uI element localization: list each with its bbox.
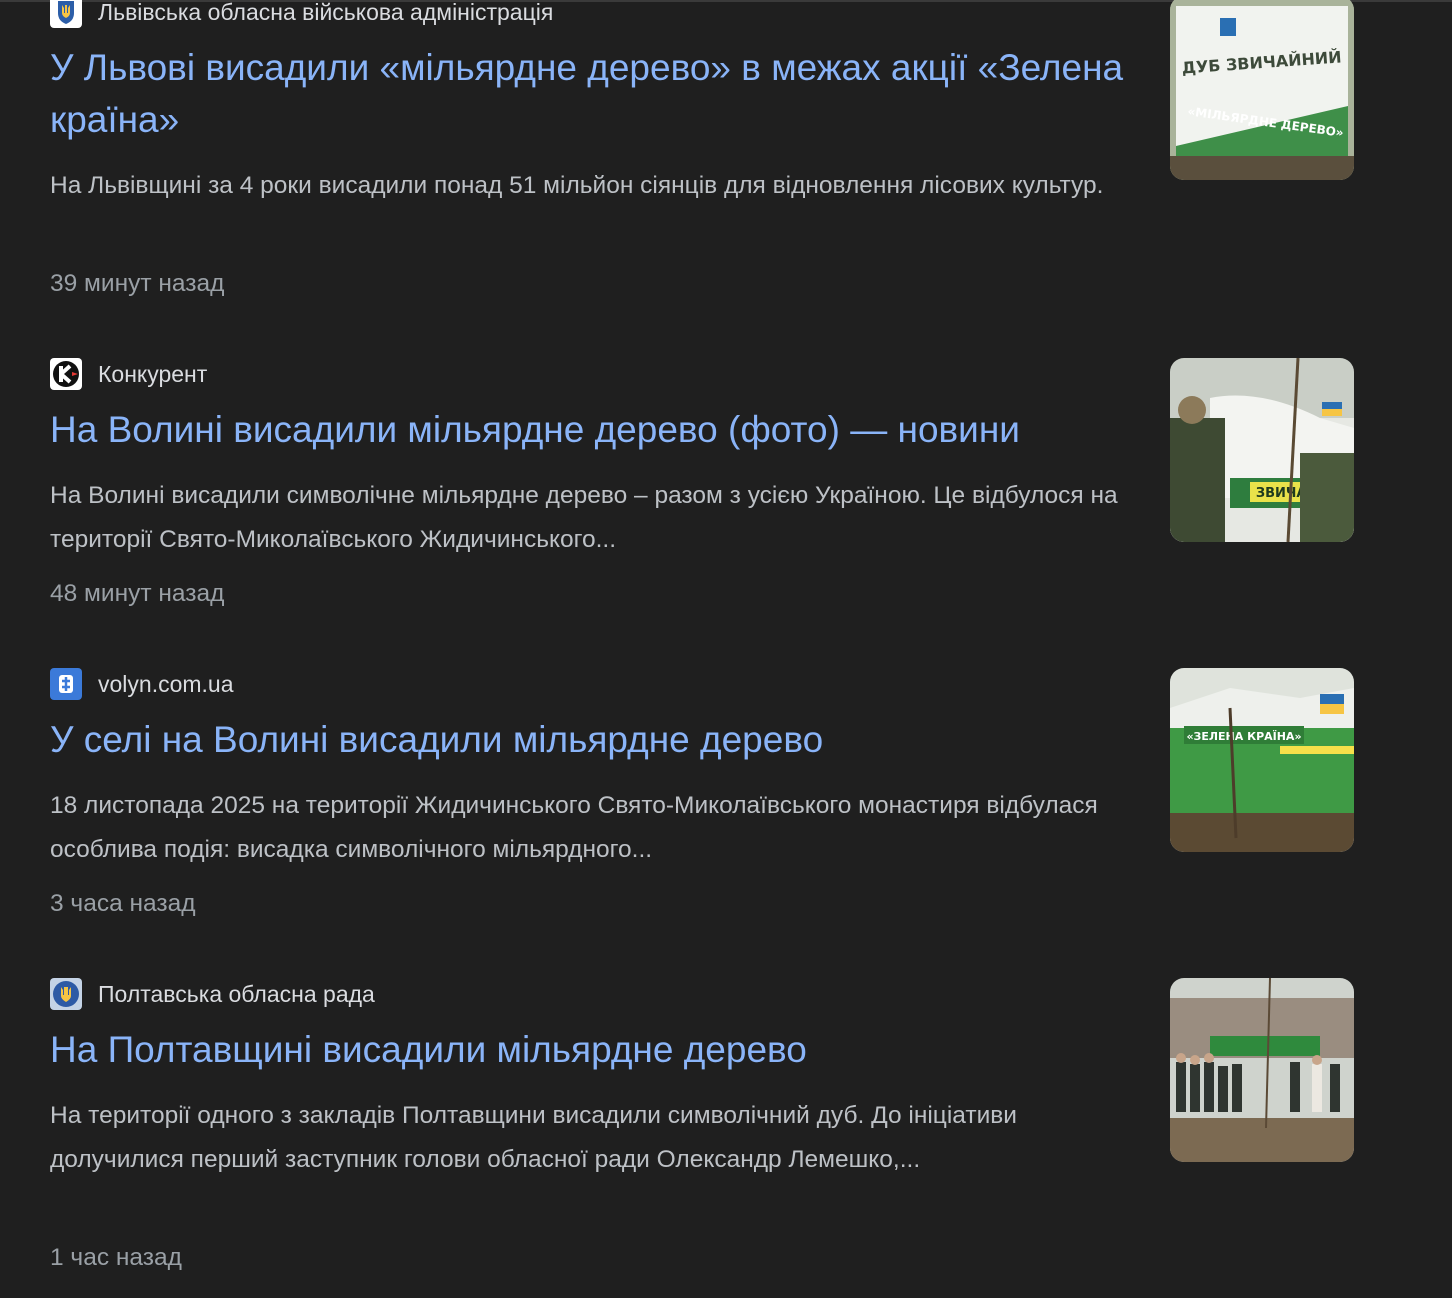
result-title-link[interactable]: На Полтавщині висадили мільярдне дерево (50, 1024, 1130, 1076)
source-name: volyn.com.ua (98, 670, 234, 697)
result-thumbnail[interactable]: ДУБ ЗВИЧАЙНИЙ «МІЛЬЯРДНЕ ДЕРЕВО» (1170, 0, 1354, 180)
result-thumbnail[interactable] (1170, 978, 1354, 1162)
result-title-link[interactable]: У селі на Волині висадили мільярдне дере… (50, 714, 1130, 766)
result-timestamp: 1 час назад (50, 1244, 182, 1271)
source-row[interactable]: Львівська обласна військова адміністраці… (50, 0, 553, 28)
source-name: Полтавська обласна рада (98, 980, 375, 1007)
poltava-coat-of-arms-icon (50, 978, 82, 1010)
source-row[interactable]: Конкурент (50, 358, 207, 390)
result-snippet: На території одного з закладів Полтавщин… (50, 1102, 1017, 1173)
result-timestamp: 39 минут назад (50, 270, 225, 297)
result-snippet: На Волині висадили символічне мільярдне … (50, 482, 1118, 553)
result-title-link[interactable]: У Львові висадили «мільярдне дерево» в м… (50, 42, 1130, 146)
volyn-logo-icon (50, 668, 82, 700)
news-results-feed: Львівська обласна військова адміністраці… (0, 0, 1452, 1298)
source-row[interactable]: volyn.com.ua (50, 668, 234, 700)
result-snippet: 18 листопада 2025 на території Жидичинсь… (50, 792, 1098, 863)
result-timestamp: 48 минут назад (50, 580, 225, 607)
result-thumbnail[interactable]: «ЗЕЛЕНА КРАЇНА» (1170, 668, 1354, 852)
thumb-caption: «ЗЕЛЕНА КРАЇНА» (1186, 729, 1301, 743)
result-title-link[interactable]: На Волині висадили мільярдне дерево (фот… (50, 404, 1130, 456)
result-timestamp: 3 часа назад (50, 890, 196, 917)
source-row[interactable]: Полтавська обласна рада (50, 978, 375, 1010)
ukraine-trident-shield-icon (50, 0, 82, 28)
result-snippet: На Львівщині за 4 роки висадили понад 51… (50, 172, 1104, 199)
result-thumbnail[interactable]: ЗВИЧАЙНОЇ (1170, 358, 1354, 542)
source-name: Конкурент (98, 360, 208, 387)
source-name: Львівська обласна військова адміністраці… (98, 0, 554, 25)
konkurent-logo-icon (50, 358, 82, 390)
